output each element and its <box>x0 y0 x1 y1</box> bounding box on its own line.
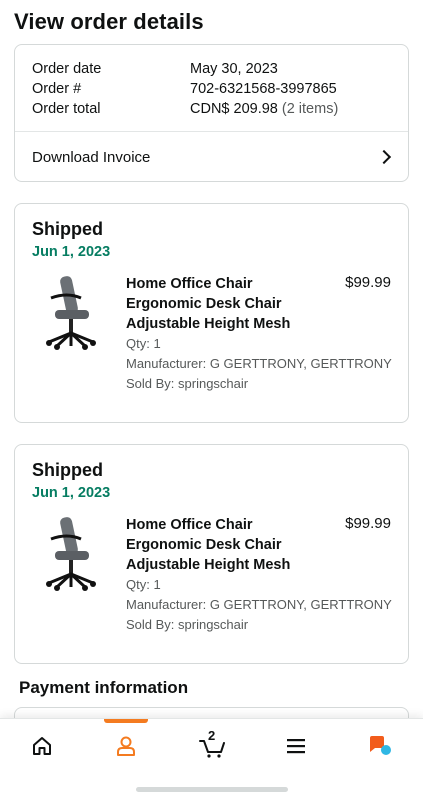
nav-cart-button[interactable]: 2 <box>192 728 232 761</box>
order-total-row: Order total CDN$ 209.98 (2 items) <box>32 99 391 119</box>
nav-home-button[interactable] <box>22 731 62 761</box>
product-image[interactable] <box>41 511 101 593</box>
download-invoice-button[interactable]: Download Invoice <box>15 132 408 182</box>
cart-count-badge: 2 <box>208 728 216 743</box>
product-manufacturer: Manufacturer: G GERTTRONY, GERTTRONY <box>126 356 392 371</box>
active-tab-indicator <box>104 719 148 723</box>
order-number-row: Order # 702-6321568-3997865 <box>32 79 391 99</box>
payment-section-title: Payment information <box>19 678 189 697</box>
shipment-card: Shipped Jun 1, 2023 Home Office Chair Er… <box>14 444 409 664</box>
nav-account-button[interactable] <box>106 731 146 761</box>
product-qty: Qty: 1 <box>126 577 161 592</box>
order-number-value: 702-6321568-3997865 <box>190 81 337 97</box>
order-date-row: Order date May 30, 2023 <box>32 59 391 79</box>
order-number-label: Order # <box>32 81 82 97</box>
product-image[interactable] <box>41 270 101 352</box>
product-seller: Sold By: springschair <box>126 376 249 391</box>
home-indicator <box>136 787 288 792</box>
product-seller: Sold By: springschair <box>126 617 249 632</box>
product-price: $99.99 <box>345 515 391 532</box>
chat-bubble-icon <box>370 736 391 755</box>
office-chair-icon <box>46 276 96 350</box>
chevron-right-icon <box>376 149 392 165</box>
product-title-link[interactable]: Home Office Chair Ergonomic Desk Chair A… <box>126 274 326 334</box>
product-manufacturer: Manufacturer: G GERTTRONY, GERTTRONY <box>126 597 392 612</box>
product-title-link[interactable]: Home Office Chair Ergonomic Desk Chair A… <box>126 515 326 575</box>
hamburger-icon <box>287 739 305 754</box>
person-icon <box>117 736 135 756</box>
page-title: View order details <box>14 9 204 34</box>
order-date-value: May 30, 2023 <box>190 61 278 77</box>
shipment-status: Shipped <box>32 460 103 480</box>
nav-menu-button[interactable] <box>276 731 316 761</box>
order-total-value: CDN$ 209.98 (2 items) <box>190 99 338 119</box>
office-chair-icon <box>46 517 96 591</box>
order-total-amount: CDN$ 209.98 <box>190 101 278 117</box>
product-qty: Qty: 1 <box>126 336 161 351</box>
shipment-card: Shipped Jun 1, 2023 Home Office Chair Er… <box>14 203 409 423</box>
shipment-date: Jun 1, 2023 <box>32 485 111 501</box>
product-price: $99.99 <box>345 274 391 291</box>
order-summary-card: Order date May 30, 2023 Order # 702-6321… <box>14 44 409 182</box>
shipment-status: Shipped <box>32 219 103 239</box>
order-total-label: Order total <box>32 101 101 117</box>
order-item-count: (2 items) <box>281 101 339 117</box>
download-invoice-label: Download Invoice <box>32 148 151 166</box>
nav-assistant-button[interactable] <box>360 731 400 761</box>
home-icon <box>33 737 51 755</box>
shipment-date: Jun 1, 2023 <box>32 244 111 260</box>
order-date-label: Order date <box>32 61 102 77</box>
